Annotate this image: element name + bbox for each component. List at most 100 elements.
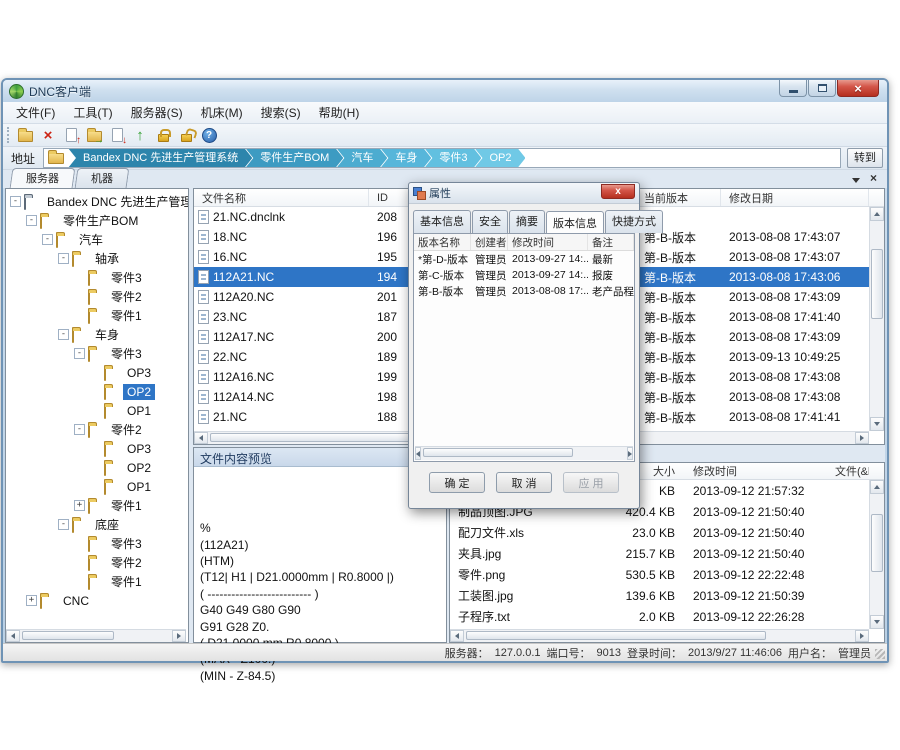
scrollbar-thumb[interactable] xyxy=(871,514,883,572)
tab-machine[interactable]: 机器 xyxy=(75,168,130,188)
version-row[interactable]: 第-B-版本 管理员 2013-08-08 17:... 老产品程序 xyxy=(414,283,634,299)
tree-item[interactable]: 零件3 xyxy=(6,534,188,553)
breadcrumb-segment[interactable]: 零件生产BOM xyxy=(245,148,343,168)
column-name[interactable]: 文件名称 xyxy=(194,189,369,206)
expand-toggle-icon[interactable]: - xyxy=(42,234,53,245)
chevron-down-icon[interactable] xyxy=(852,178,860,183)
column-date[interactable]: 修改日期 xyxy=(721,189,869,206)
upload-icon[interactable]: ↑ xyxy=(130,126,150,145)
tree-item[interactable]: 零件1 xyxy=(6,572,188,591)
tree-item[interactable]: OP1 xyxy=(6,401,188,420)
dialog-tab[interactable]: 基本信息 xyxy=(413,210,471,233)
checkin-file-icon[interactable]: ↑ xyxy=(61,126,81,145)
menu-item[interactable]: 工具(T) xyxy=(64,102,121,123)
expand-toggle-icon[interactable]: - xyxy=(74,348,85,359)
ok-button[interactable]: 确 定 xyxy=(429,472,485,493)
menu-item[interactable]: 帮助(H) xyxy=(310,102,369,123)
tree-item[interactable]: + 零件1 xyxy=(6,496,188,515)
tree-item[interactable]: OP2 xyxy=(6,458,188,477)
minimize-button[interactable] xyxy=(779,80,807,97)
send-to-folder-icon[interactable]: → xyxy=(84,126,104,145)
expand-toggle-icon[interactable]: - xyxy=(74,424,85,435)
maximize-button[interactable] xyxy=(808,80,836,97)
tree-item[interactable]: OP3 xyxy=(6,363,188,382)
dialog-horizontal-scrollbar[interactable] xyxy=(415,446,633,460)
tree-item[interactable]: OP1 xyxy=(6,477,188,496)
breadcrumb-segment[interactable]: Bandex DNC 先进生产管理系统 xyxy=(68,148,252,168)
attachment-row[interactable]: 工装图.jpg 139.6 KB 2013-09-12 21:50:39 xyxy=(450,585,869,606)
title-bar[interactable]: DNC客户端 × xyxy=(3,80,887,102)
delete-icon[interactable]: × xyxy=(38,126,58,145)
dialog-tab[interactable]: 安全 xyxy=(472,210,508,233)
attachment-vertical-scrollbar[interactable] xyxy=(869,480,884,629)
tree-item[interactable]: - 轴承 xyxy=(6,249,188,268)
tree-horizontal-scrollbar[interactable] xyxy=(6,629,186,642)
expand-toggle-icon[interactable]: - xyxy=(58,329,69,340)
column-creator[interactable]: 创建者 xyxy=(471,234,508,250)
new-folder-icon[interactable] xyxy=(15,126,35,145)
help-icon[interactable]: ? xyxy=(199,126,219,145)
panel-close-icon[interactable]: × xyxy=(870,172,877,184)
column-note[interactable]: 备注 xyxy=(588,234,634,250)
menu-item[interactable]: 搜索(S) xyxy=(252,102,310,123)
column-modified-time[interactable]: 修改时间 xyxy=(508,234,588,250)
tree-item[interactable]: 零件1 xyxy=(6,306,188,325)
tree-item[interactable]: 零件2 xyxy=(6,553,188,572)
tree-item[interactable]: + CNC xyxy=(6,591,188,610)
attachment-row[interactable]: 夹具.jpg 215.7 KB 2013-09-12 21:50:40 xyxy=(450,543,869,564)
cancel-button[interactable]: 取 消 xyxy=(496,472,552,493)
dialog-tab[interactable]: 摘要 xyxy=(509,210,545,233)
menu-item[interactable]: 机床(M) xyxy=(192,102,252,123)
breadcrumb[interactable]: Bandex DNC 先进生产管理系统零件生产BOM汽车车身零件3OP2 xyxy=(43,148,841,168)
breadcrumb-segment[interactable]: OP2 xyxy=(474,148,525,168)
attachment-row[interactable]: 零件.png 530.5 KB 2013-09-12 22:22:48 xyxy=(450,564,869,585)
unlock-icon[interactable] xyxy=(176,126,196,145)
scrollbar-thumb[interactable] xyxy=(423,448,573,457)
dialog-tab[interactable]: 快捷方式 xyxy=(605,210,663,233)
expand-toggle-icon[interactable]: - xyxy=(10,196,21,207)
version-row[interactable]: *第-D-版本 管理员 2013-09-27 14:... 最新 xyxy=(414,251,634,267)
breadcrumb-segment[interactable]: 汽车 xyxy=(336,148,387,168)
menu-item[interactable]: 服务器(S) xyxy=(122,102,192,123)
dialog-close-button[interactable]: x xyxy=(601,184,635,199)
tree-item[interactable]: 零件2 xyxy=(6,287,188,306)
column-version[interactable]: 当前版本 xyxy=(636,189,721,206)
toolbar-grip[interactable] xyxy=(7,127,11,143)
tree-item[interactable]: - 汽车 xyxy=(6,230,188,249)
tree-item[interactable]: - 零件生产BOM xyxy=(6,211,188,230)
tree-item[interactable]: - 底座 xyxy=(6,515,188,534)
attachment-row[interactable]: 配刀文件.xls 23.0 KB 2013-09-12 21:50:40 xyxy=(450,522,869,543)
tree-item[interactable]: OP2 xyxy=(6,382,188,401)
attachment-row[interactable]: 子程序.txt 2.0 KB 2013-09-12 22:26:28 xyxy=(450,606,869,627)
lock-icon[interactable] xyxy=(153,126,173,145)
expand-toggle-icon[interactable]: + xyxy=(26,595,37,606)
tree-item[interactable]: 零件3 xyxy=(6,268,188,287)
dialog-tab[interactable]: 版本信息 xyxy=(546,211,604,234)
breadcrumb-segment[interactable]: 零件3 xyxy=(424,148,481,168)
expand-toggle-icon[interactable]: + xyxy=(74,500,85,511)
tree-item[interactable]: - 车身 xyxy=(6,325,188,344)
scrollbar-thumb[interactable] xyxy=(466,631,766,640)
expand-toggle-icon[interactable]: - xyxy=(58,253,69,264)
close-button[interactable]: × xyxy=(837,80,879,97)
column-time[interactable]: 修改时间 xyxy=(675,463,835,479)
resize-grip[interactable] xyxy=(875,649,885,659)
file-list-vertical-scrollbar[interactable] xyxy=(869,207,884,431)
dialog-title-bar[interactable]: 属性 x xyxy=(409,183,639,204)
tree-item[interactable]: - 零件2 xyxy=(6,420,188,439)
expand-toggle-icon[interactable]: - xyxy=(26,215,37,226)
breadcrumb-segment[interactable]: 车身 xyxy=(380,148,431,168)
go-button[interactable]: 转到 xyxy=(847,148,883,168)
apply-button[interactable]: 应 用 xyxy=(563,472,619,493)
tree-item[interactable]: - 零件3 xyxy=(6,344,188,363)
tab-server[interactable]: 服务器 xyxy=(10,168,76,188)
tree-item[interactable]: - Bandex DNC 先进生产管理系统 xyxy=(6,192,188,211)
scrollbar-thumb[interactable] xyxy=(22,631,114,640)
version-row[interactable]: 第-C-版本 管理员 2013-09-27 14:... 报废 xyxy=(414,267,634,283)
checkout-file-icon[interactable]: ↓ xyxy=(107,126,127,145)
attachment-horizontal-scrollbar[interactable] xyxy=(450,629,869,642)
expand-toggle-icon[interactable]: - xyxy=(58,519,69,530)
scrollbar-thumb[interactable] xyxy=(871,249,883,319)
menu-item[interactable]: 文件(F) xyxy=(7,102,64,123)
column-version-name[interactable]: 版本名称 xyxy=(414,234,471,250)
